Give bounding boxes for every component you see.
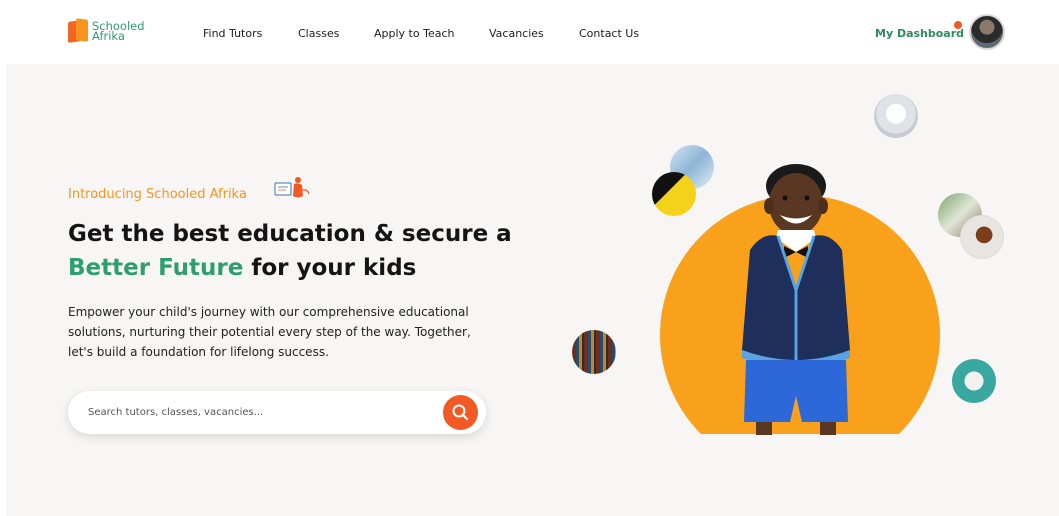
brand-name: Schooled Afrika [92,20,145,42]
smiling-child-photo [742,164,850,435]
intro-tagline: Introducing Schooled Afrika [68,187,247,202]
notification-dot [954,21,962,29]
brand-logo[interactable]: Schooled Afrika [68,18,145,43]
user-avatar[interactable] [969,14,1005,50]
nav-contact-us[interactable]: Contact Us [579,27,639,40]
my-dashboard-link[interactable]: My Dashboard [875,27,964,40]
book-logo-icon [68,18,88,43]
computer-photo-bubble [874,94,918,138]
skeleton-model-photo-bubble [952,359,996,403]
book-reading-illustration-icon [274,177,310,198]
search-input[interactable] [88,403,428,421]
nav-classes[interactable]: Classes [298,27,339,40]
search-bar [68,391,486,434]
headline-highlight: Better Future [68,255,244,281]
nav-find-tutors[interactable]: Find Tutors [203,27,262,40]
headline-line2: Better Future for your kids [68,251,416,285]
bookshelf-photo-bubble [572,330,616,374]
calculator-photo-bubble [652,172,696,216]
headline-rest: for your kids [243,255,417,281]
nav-vacancies[interactable]: Vacancies [489,27,544,40]
search-button[interactable] [443,395,478,430]
top-navbar: Schooled Afrika Find Tutors Classes Appl… [6,3,1059,64]
circle-bottom-mask [650,434,950,494]
headline-line1: Get the best education & secure a [68,221,512,247]
hero-headline: Get the best education & secure a Better… [68,217,512,281]
violin-photo-bubble [960,215,1004,259]
search-icon [452,404,469,421]
hero-description: Empower your child's journey with our co… [68,305,471,359]
nav-apply-to-teach[interactable]: Apply to Teach [374,27,454,40]
